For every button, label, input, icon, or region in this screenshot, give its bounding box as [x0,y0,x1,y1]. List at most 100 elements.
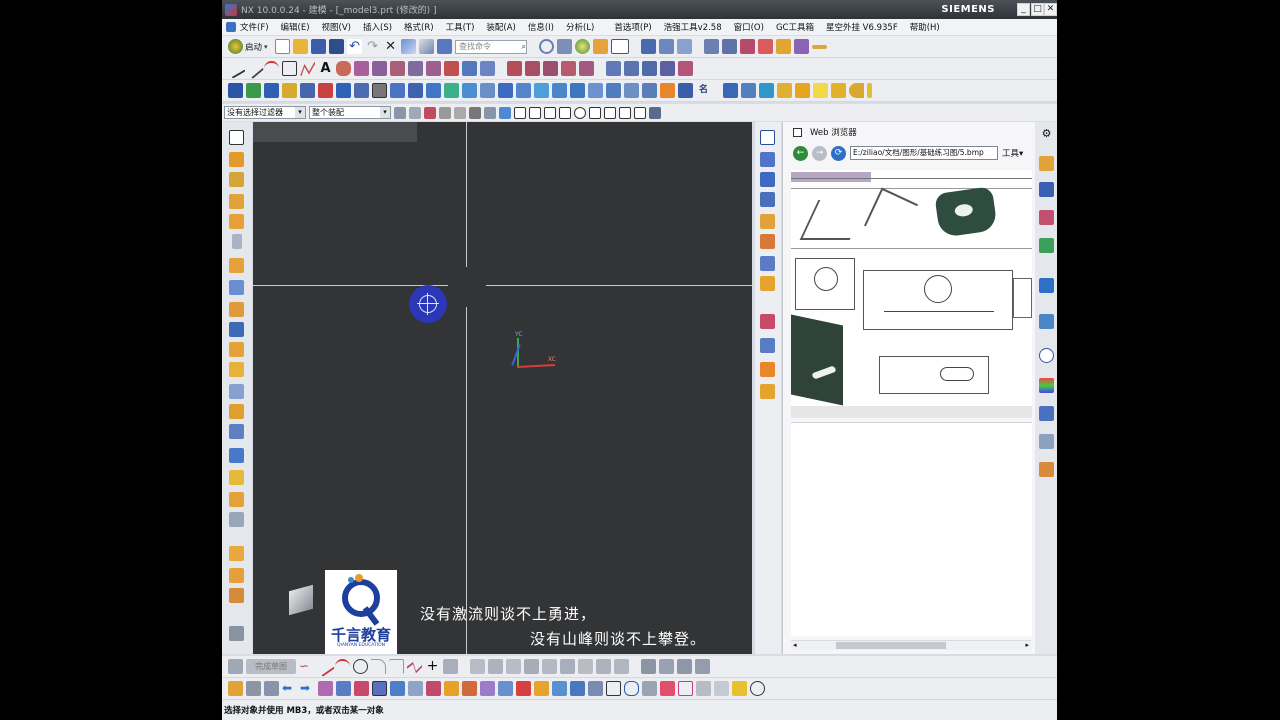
section-curve-icon[interactable] [444,61,459,76]
sketch-line-icon[interactable] [314,656,335,677]
shell-icon[interactable] [480,83,495,98]
arrow-left-icon[interactable]: ⬅ [282,681,297,696]
forward-arrow-icon[interactable]: → [812,145,827,161]
relations-browser-icon[interactable] [659,659,674,674]
book-icon[interactable] [229,322,244,337]
display-sphere-icon[interactable] [575,39,591,54]
control-point-snap-icon[interactable] [544,106,556,119]
start-button[interactable]: 启动 ▾ [228,39,268,54]
datum-icon[interactable] [678,61,693,76]
text-icon[interactable]: A [318,61,333,76]
divide-curve-icon[interactable] [525,61,540,76]
cylinder-icon[interactable] [606,61,621,76]
drawing-icon[interactable] [229,588,244,603]
trim-curve-icon[interactable] [507,61,522,76]
constraint-icon[interactable] [596,659,611,674]
wcs-icon[interactable] [740,39,756,54]
sketch-chamfer-icon[interactable] [389,659,404,674]
tag-util-icon[interactable] [480,681,495,696]
background-color-icon[interactable] [611,39,630,54]
mark-util-icon[interactable] [354,681,369,696]
name-icon[interactable]: 名 [696,83,711,98]
pencil-util-icon[interactable] [696,681,711,696]
stretch-curve-icon[interactable] [561,61,576,76]
polyline-icon[interactable] [300,61,315,76]
url-input[interactable]: E:/ziliao/文档/图形/基础练习图/5.bmp [850,146,998,160]
undo-icon[interactable]: ↶ [347,39,363,54]
face-rule-icon[interactable] [454,106,466,119]
orient-view-icon[interactable] [539,39,555,54]
tube-icon[interactable] [624,83,639,98]
arc-center-snap-icon[interactable] [574,106,586,119]
dimension-icon[interactable] [578,659,593,674]
menu-file[interactable]: 文件(F) [240,21,269,33]
offset-curve-icon[interactable] [372,61,387,76]
circle-util-icon[interactable] [750,681,765,696]
moon-icon[interactable] [849,83,864,98]
studio-icon[interactable] [760,384,775,399]
type-filter-select[interactable]: 没有选择过滤器 ▾ [224,106,306,119]
subtract-icon[interactable] [408,83,423,98]
paint-util-icon[interactable] [444,681,459,696]
grid-icon[interactable] [741,83,756,98]
close-button[interactable]: ✕ [1044,3,1057,16]
select-icon[interactable] [229,130,244,145]
web-browser-icon[interactable] [1039,278,1054,293]
drop-util-icon[interactable] [534,681,549,696]
clock-icon[interactable] [1039,348,1054,363]
view-back-icon[interactable] [760,256,775,271]
grid-util-icon[interactable] [246,681,261,696]
point-on-face-snap-icon[interactable] [619,106,631,119]
reuse-library-icon[interactable] [1039,238,1054,253]
boss-icon[interactable] [282,83,297,98]
menu-window[interactable]: 窗口(O) [734,21,764,33]
menu-assembly[interactable]: 装配(A) [486,21,515,33]
target-util-icon[interactable] [678,681,693,696]
sketch-arc-icon[interactable] [335,659,350,674]
bounded-grid-snap-icon[interactable] [634,106,646,119]
existing-point-icon[interactable] [649,106,661,119]
menu-view[interactable]: 视图(V) [322,21,351,33]
select-all-icon[interactable] [409,106,421,119]
cam-icon[interactable] [660,83,675,98]
quadrant-snap-icon[interactable] [589,106,601,119]
horizontal-scrollbar[interactable]: ◂ ▸ [791,640,1031,650]
square-util-icon[interactable] [606,681,621,696]
shell-blue-icon[interactable] [229,424,244,439]
hole-icon[interactable] [264,83,279,98]
flag-util-icon[interactable] [732,681,747,696]
sketch-icon[interactable] [229,152,244,167]
rotate-util-icon[interactable] [390,681,405,696]
menu-help[interactable]: 帮助(H) [910,21,940,33]
lamp-icon[interactable] [867,83,872,98]
layer-settings-icon[interactable] [659,39,675,54]
project-curve-icon[interactable] [408,61,423,76]
line-points-icon[interactable] [242,57,265,80]
view-trimetric-icon[interactable] [760,234,775,249]
group-util-icon[interactable] [336,681,351,696]
sun-icon[interactable] [795,83,810,98]
paste-icon[interactable] [437,39,453,54]
profile-icon[interactable]: ∽ [299,659,314,674]
hole-orange-icon[interactable] [229,404,244,419]
refresh-icon[interactable]: ⟳ [831,145,846,161]
show-constraints-icon[interactable] [641,659,656,674]
bridge-curve-icon[interactable] [390,61,405,76]
view-front-icon[interactable] [760,152,775,167]
minimize-button[interactable]: _ [1017,3,1030,16]
open-folder-icon[interactable] [293,39,309,54]
arc-icon[interactable] [264,61,279,76]
roles-icon[interactable] [1039,462,1054,477]
revolve-icon[interactable] [246,83,261,98]
menu-edit[interactable]: 编辑(E) [281,21,310,33]
new-file-icon[interactable] [275,39,291,54]
unite-icon[interactable] [390,83,405,98]
mold-wizard-icon[interactable] [723,83,738,98]
copy-icon[interactable] [419,39,435,54]
view-top-icon[interactable] [760,172,775,187]
thicken-icon[interactable] [588,83,603,98]
finish-sketch-button[interactable]: 完成草图 [246,659,296,674]
section-view-icon[interactable] [760,314,775,329]
shaded-icon[interactable] [760,362,775,377]
cube-icon[interactable] [759,83,774,98]
